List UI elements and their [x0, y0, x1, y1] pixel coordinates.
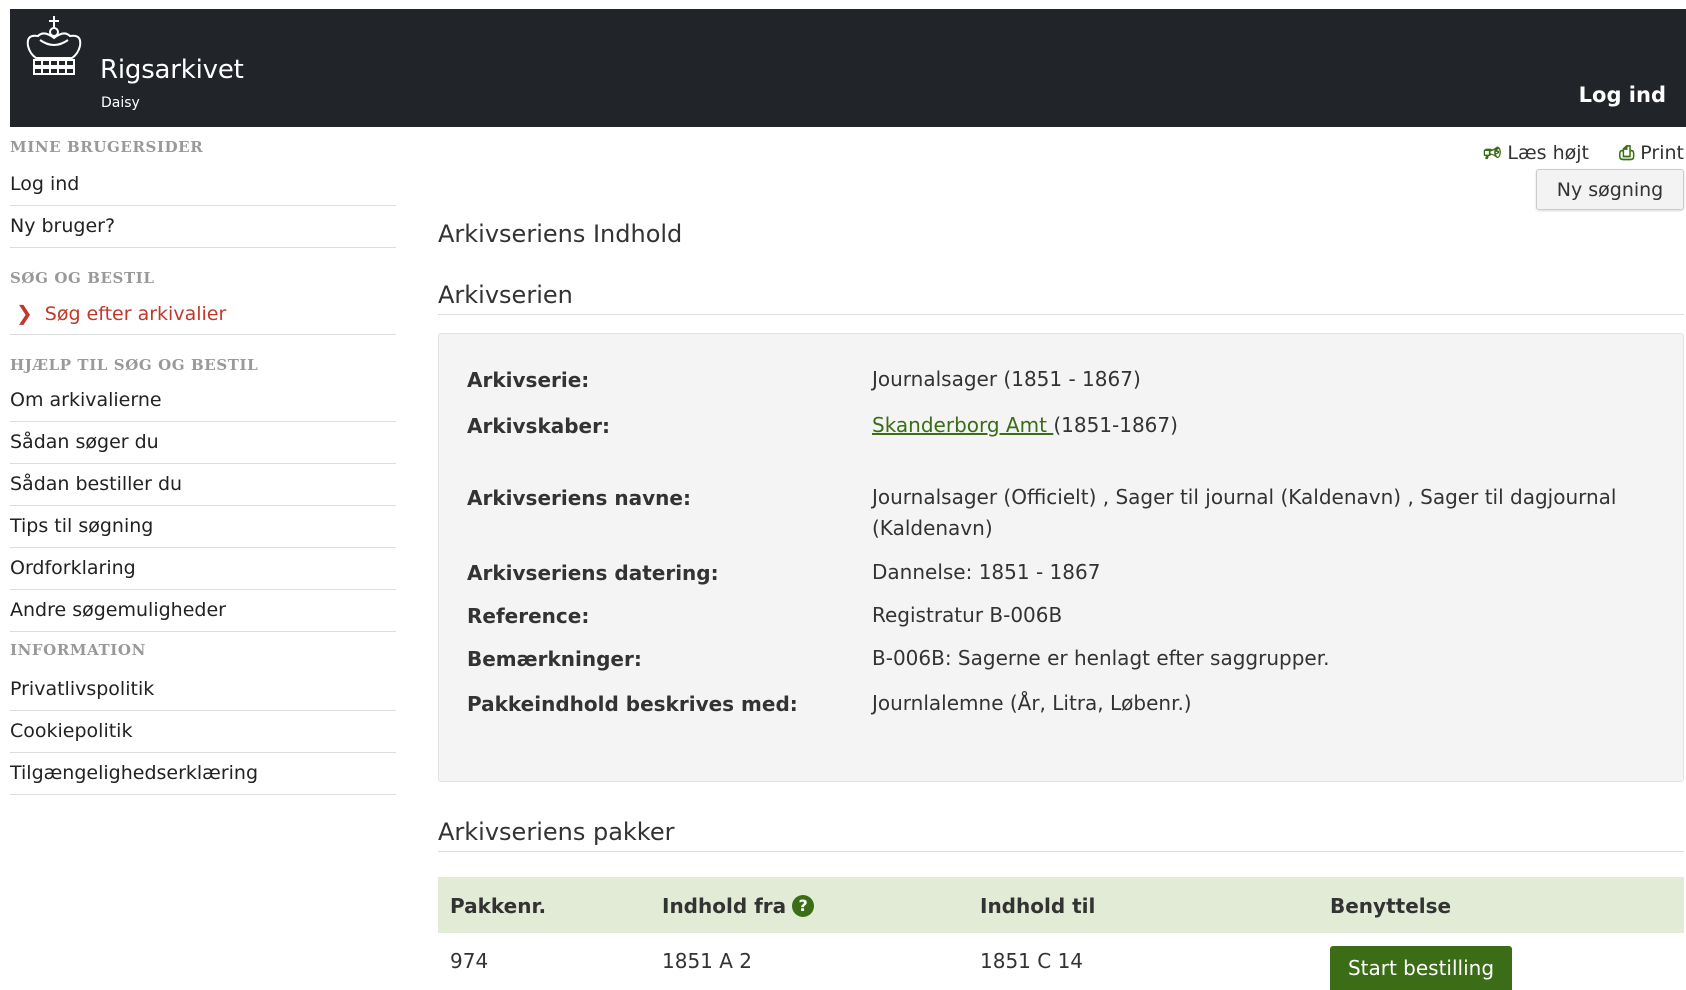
sidebar-item-label: Tips til søgning	[10, 515, 154, 537]
sidebar-item-om-arkivalierne[interactable]: Om arkivalierne	[10, 380, 396, 422]
arkivskaber-years: (1851-1867)	[1053, 413, 1178, 437]
sidebar-item-ordforklaring[interactable]: Ordforklaring	[10, 548, 396, 590]
sidebar-item-label: Søg efter arkivalier	[44, 303, 227, 325]
megaphone-icon: 🕫︎	[1483, 142, 1502, 164]
sidebar-item-ny-bruger[interactable]: Ny bruger?	[10, 206, 396, 248]
arkivserie-value: Journalsager (1851 - 1867)	[872, 367, 1141, 391]
packages-table-header: Pakkenr. Indhold fra? Indhold til Benytt…	[438, 877, 1684, 933]
crown-logo-icon	[26, 16, 82, 75]
sidebar-item-label: Cookiepolitik	[10, 720, 133, 742]
page-title: Arkivseriens Indhold	[438, 220, 683, 248]
sidebar-item-label: Tilgængelighedserklæring	[10, 762, 259, 784]
question-circle-icon[interactable]: ?	[792, 895, 815, 917]
navne-label: Arkivseriens navne:	[467, 486, 691, 510]
read-aloud-link[interactable]: 🕫︎ Læs højt	[1483, 142, 1589, 164]
column-header-indhold-fra: Indhold fra?	[662, 894, 815, 918]
sidebar-item-saadan-bestiller-du[interactable]: Sådan bestiller du	[10, 464, 396, 506]
brand-name[interactable]: Rigsarkivet	[100, 55, 244, 85]
brand-subtitle: Daisy	[101, 95, 140, 111]
sidebar-item-label: Sådan bestiller du	[10, 473, 183, 495]
sidebar-item-cookiepolitik[interactable]: Cookiepolitik	[10, 711, 396, 753]
sidebar-item-label: Privatlivspolitik	[10, 678, 155, 700]
pakkeindhold-label: Pakkeindhold beskrives med:	[467, 692, 798, 716]
sidebar-item-log-ind[interactable]: Log ind	[10, 164, 396, 206]
sidebar-heading-hjaelp: HJÆLP TIL SØG OG BESTIL	[10, 356, 259, 374]
sidebar-item-label: Ordforklaring	[10, 557, 136, 579]
sidebar-item-privatlivspolitik[interactable]: Privatlivspolitik	[10, 669, 396, 711]
chevron-right-icon: ❯	[16, 301, 33, 325]
top-header: Rigsarkivet Daisy Log ind	[10, 9, 1686, 127]
arkivskaber-label: Arkivskaber:	[467, 414, 610, 438]
bemaerkninger-value: B-006B: Sagerne er henlagt efter saggrup…	[872, 646, 1330, 670]
series-section-title: Arkivserien	[438, 281, 1684, 315]
column-header-benyttelse: Benyttelse	[1330, 894, 1452, 918]
sidebar-item-label: Log ind	[10, 173, 80, 195]
navne-value: Journalsager (Officielt) , Sager til jou…	[872, 485, 1617, 540]
read-aloud-label: Læs højt	[1507, 142, 1589, 164]
sidebar-item-label: Ny bruger?	[10, 215, 116, 237]
printer-icon: ⎙	[1619, 142, 1635, 164]
reference-label: Reference:	[467, 604, 590, 628]
sidebar-item-label: Sådan søger du	[10, 431, 159, 453]
cell-pakkenr: 974	[450, 949, 489, 973]
column-header-pakkenr: Pakkenr.	[450, 894, 547, 918]
cell-indhold-fra: 1851 A 2	[662, 949, 753, 973]
cell-indhold-til: 1851 C 14	[980, 949, 1084, 973]
sidebar-heading-information: INFORMATION	[10, 641, 146, 659]
sidebar-item-label: Andre søgemuligheder	[10, 599, 226, 621]
sidebar-item-label: Om arkivalierne	[10, 389, 162, 411]
sidebar-heading-mine-brugersider: MINE BRUGERSIDER	[10, 138, 204, 156]
packages-section-title: Arkivseriens pakker	[438, 818, 1684, 852]
new-search-button[interactable]: Ny søgning	[1536, 169, 1684, 210]
series-info-panel: Arkivserie: Journalsager (1851 - 1867) A…	[438, 333, 1684, 782]
reference-value: Registratur B-006B	[872, 603, 1063, 627]
sidebar-item-tips-til-soegning[interactable]: Tips til søgning	[10, 506, 396, 548]
page-tools: 🕫︎ Læs højt ⎙ Print	[1483, 139, 1684, 171]
bemaerkninger-label: Bemærkninger:	[467, 647, 642, 671]
datering-label: Arkivseriens datering:	[467, 561, 719, 585]
sidebar-item-soeg-efter-arkivalier[interactable]: ❯ Søg efter arkivalier	[10, 293, 396, 335]
column-header-indhold-til: Indhold til	[980, 894, 1096, 918]
sidebar: MINE BRUGERSIDER Log ind Ny bruger? SØG …	[10, 127, 396, 795]
sidebar-item-saadan-soeger-du[interactable]: Sådan søger du	[10, 422, 396, 464]
datering-value: Dannelse: 1851 - 1867	[872, 560, 1101, 584]
arkivskaber-value: Skanderborg Amt (1851-1867)	[872, 410, 1662, 441]
column-header-label: Indhold fra	[662, 894, 787, 918]
print-label: Print	[1640, 142, 1684, 164]
arkivskaber-link[interactable]: Skanderborg Amt	[872, 413, 1053, 437]
sidebar-item-tilgaengelighedserklaering[interactable]: Tilgængelighedserklæring	[10, 753, 396, 795]
start-order-button[interactable]: Start bestilling	[1330, 946, 1512, 990]
print-link[interactable]: ⎙ Print	[1619, 142, 1684, 164]
header-login-link[interactable]: Log ind	[1579, 83, 1666, 107]
pakkeindhold-value: Journlalemne (År, Litra, Løbenr.)	[872, 691, 1192, 715]
arkivserie-label: Arkivserie:	[467, 368, 590, 392]
sidebar-heading-soeg-og-bestil: SØG OG BESTIL	[10, 269, 155, 287]
sidebar-item-andre-soegemuligheder[interactable]: Andre søgemuligheder	[10, 590, 396, 632]
